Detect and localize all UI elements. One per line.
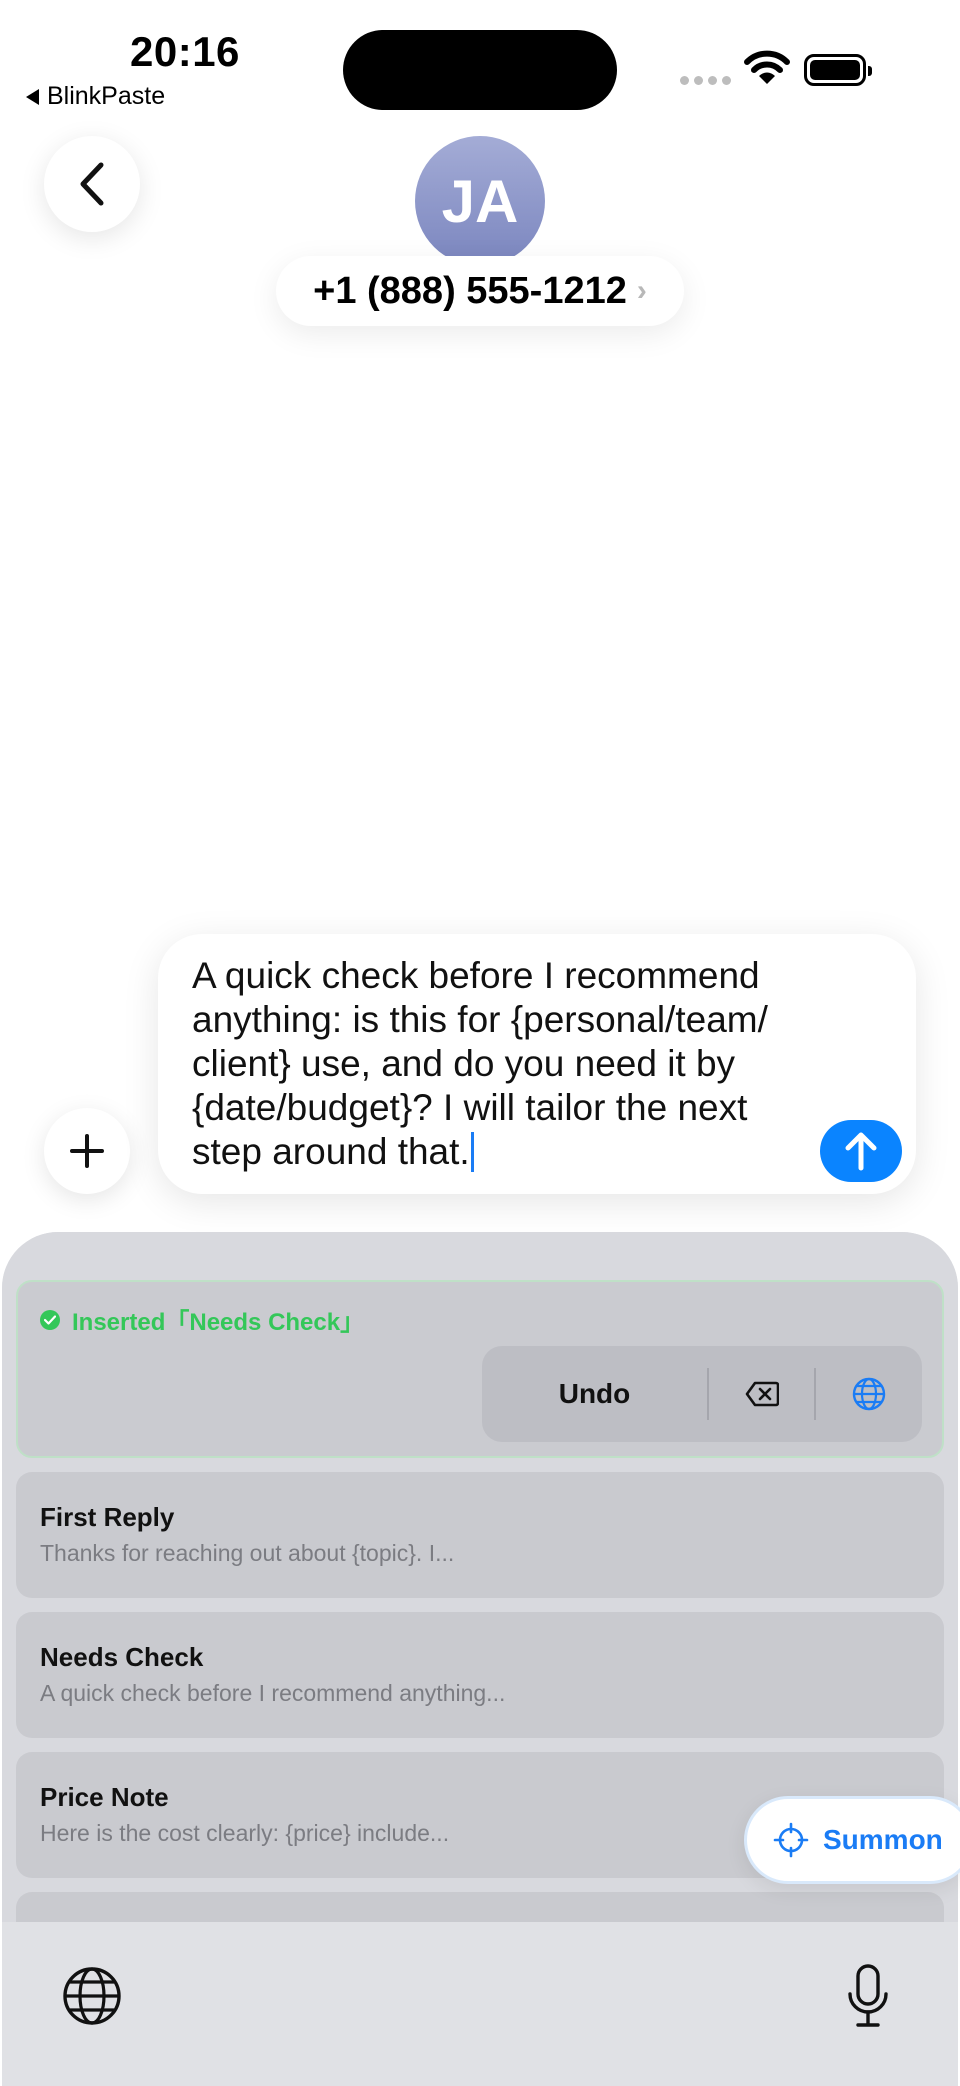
- chevron-right-icon: ›: [636, 274, 647, 307]
- snippet-preview: Thanks for reaching out about {topic}. I…: [40, 1540, 455, 1566]
- battery-icon: [804, 54, 872, 86]
- contact-details-button[interactable]: +1 (888) 555-1212 ›: [276, 256, 684, 326]
- plus-icon: [70, 1134, 104, 1168]
- text-cursor: [470, 1132, 474, 1172]
- snippet-title: Needs Check: [40, 1642, 204, 1672]
- snippet-item[interactable]: Needs Check A quick check before I recom…: [16, 1612, 944, 1738]
- back-to-app-link[interactable]: BlinkPaste: [26, 82, 165, 111]
- status-time: 20:16: [130, 28, 240, 75]
- delete-button[interactable]: [709, 1346, 815, 1442]
- send-button[interactable]: [820, 1120, 902, 1182]
- keyboard-panel: Inserted「Needs Check」 Undo First Reply T…: [2, 1232, 958, 2086]
- check-circle-icon: [40, 1309, 60, 1330]
- snippet-item[interactable]: First Reply Thanks for reaching out abou…: [16, 1472, 944, 1598]
- wifi-icon: [744, 50, 790, 84]
- dynamic-island: [343, 30, 617, 110]
- summon-label: Summon: [823, 1824, 943, 1855]
- snippet-preview: Here is the cost clearly: {price} includ…: [40, 1820, 450, 1846]
- inserted-status-card: Inserted「Needs Check」 Undo: [16, 1280, 944, 1458]
- language-button[interactable]: [816, 1346, 922, 1442]
- chevron-left-icon: [80, 162, 104, 206]
- back-app-label: BlinkPaste: [47, 82, 166, 110]
- globe-icon: [853, 1377, 886, 1411]
- back-button[interactable]: [44, 136, 140, 232]
- contact-number: +1 (888) 555-1212: [313, 269, 627, 312]
- arrow-up-icon: [845, 1132, 877, 1171]
- message-input[interactable]: A quick check before I recommend anythin…: [158, 934, 916, 1194]
- back-triangle-icon: [26, 88, 39, 105]
- snippet-title: First Reply: [40, 1502, 175, 1532]
- snippet-action-bar: Undo: [482, 1346, 922, 1442]
- add-attachment-button[interactable]: [44, 1108, 130, 1194]
- cellular-signal-icon: [680, 76, 731, 85]
- summon-button[interactable]: Summon: [744, 1796, 960, 1884]
- crosshair-icon: [773, 1822, 809, 1858]
- keyboard-globe-icon[interactable]: [62, 1966, 122, 2026]
- message-text: A quick check before I recommend anythin…: [192, 955, 768, 1172]
- microphone-icon[interactable]: [846, 1964, 890, 2028]
- snippet-title: Price Note: [40, 1782, 169, 1812]
- undo-button[interactable]: Undo: [482, 1346, 707, 1442]
- snippet-item-partial[interactable]: [16, 1892, 944, 1922]
- contact-avatar[interactable]: JA: [415, 136, 545, 266]
- inserted-status-text: Inserted「Needs Check」: [72, 1309, 365, 1336]
- snippet-preview: A quick check before I recommend anythin…: [40, 1680, 506, 1706]
- delete-backward-icon: [745, 1381, 779, 1407]
